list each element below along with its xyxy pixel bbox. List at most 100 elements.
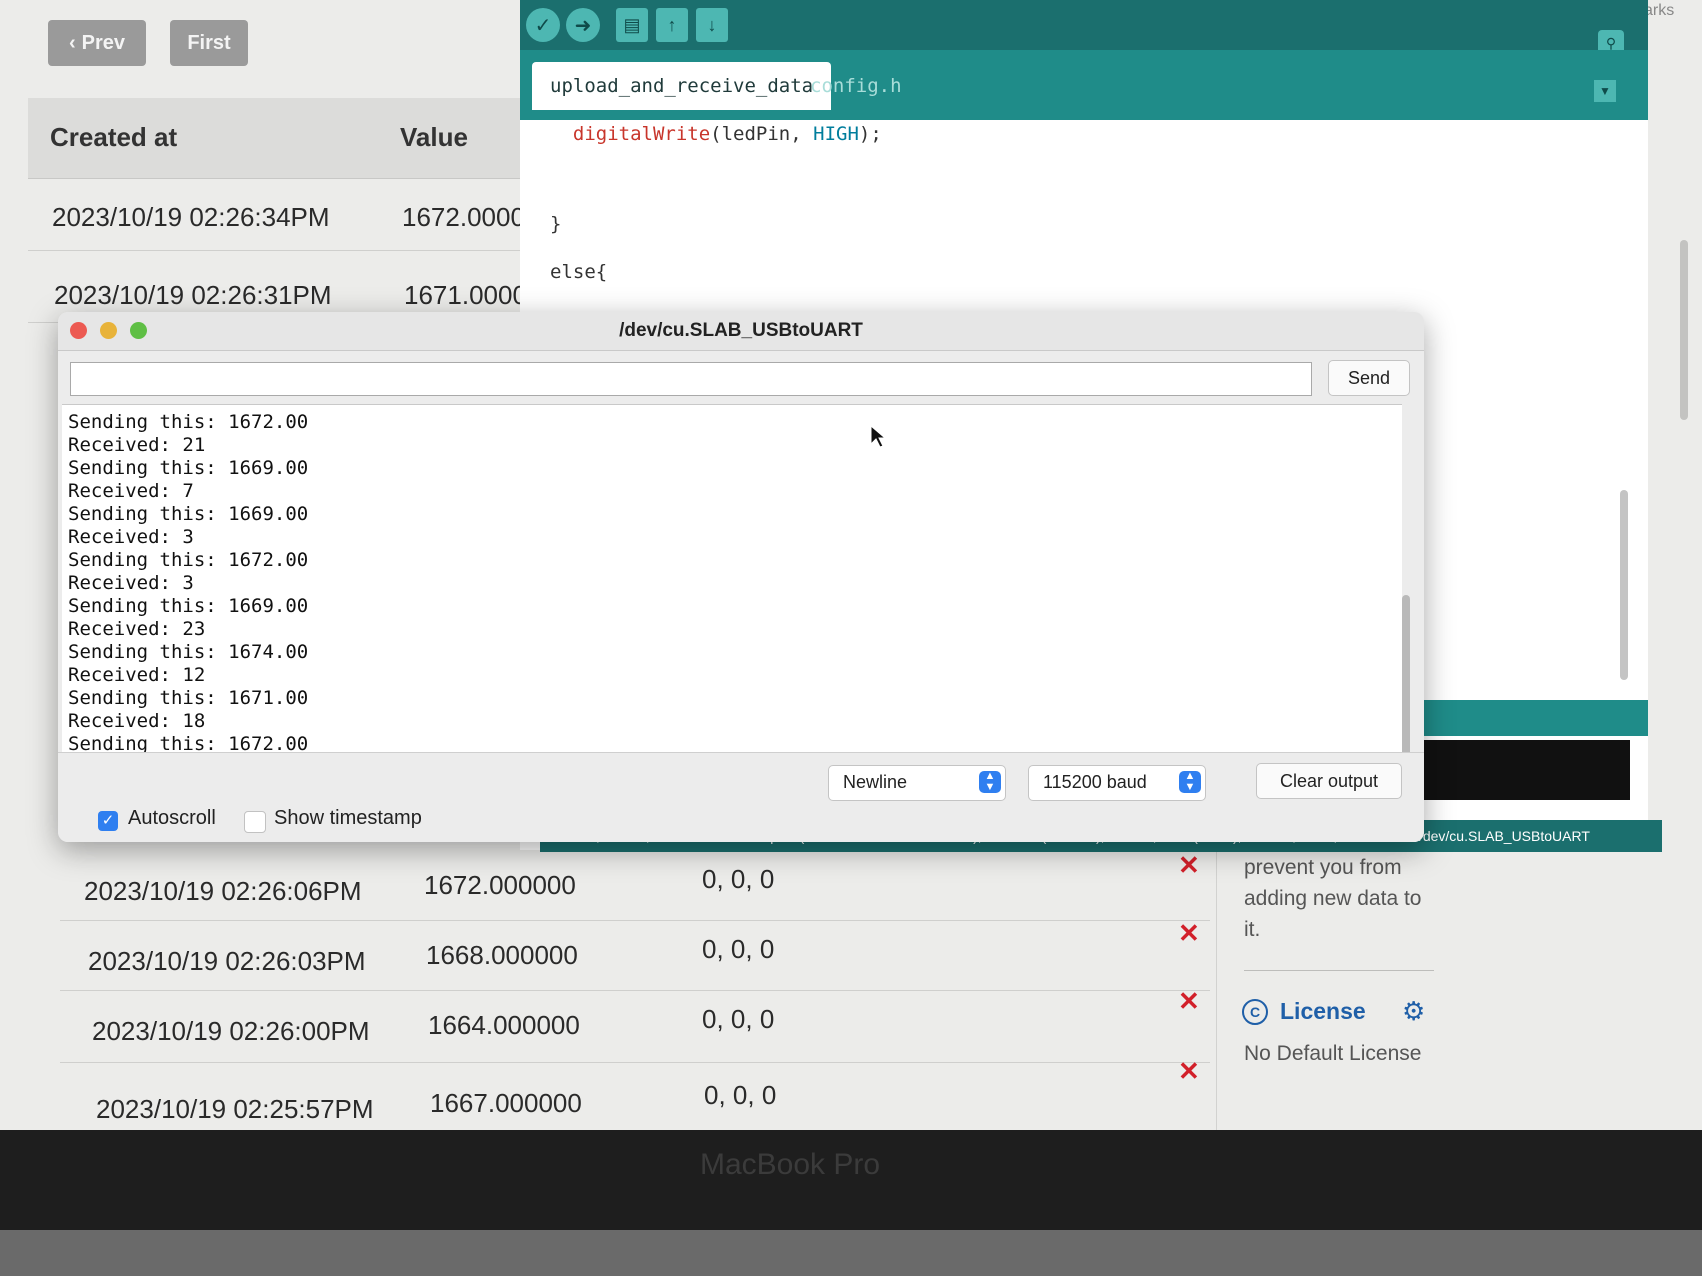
table-row: 2023/10/19 02:26:00PM 1664.000000 0, 0, … — [60, 986, 1210, 1063]
mouse-pointer-icon — [870, 425, 886, 448]
created-at-cell: 2023/10/19 02:25:57PM — [96, 1094, 374, 1124]
sidebar-separator — [1244, 970, 1434, 971]
value-cell: 1667.000000 — [430, 1088, 582, 1118]
checkmark-icon: ✓ — [101, 812, 115, 829]
delete-icon[interactable]: ✕ — [1178, 1056, 1200, 1087]
output-line: Received: 12 — [68, 664, 206, 686]
output-line: Received: 3 — [68, 526, 194, 548]
verify-button[interactable]: ✓ — [526, 8, 560, 42]
serial-bottom-bar: ✓ Autoscroll Show timestamp Newline ▲ ▼ 1… — [58, 752, 1424, 842]
location-cell: 0, 0, 0 — [702, 934, 775, 964]
check-icon: ✓ — [534, 14, 552, 37]
output-line: Sending this: 1672.00 — [68, 549, 309, 571]
new-sketch-button[interactable]: ▤ — [616, 8, 648, 42]
code-line: digitalWrite(ledPin, HIGH); — [572, 123, 882, 145]
column-value: Value — [400, 122, 468, 152]
line-ending-value: Newline — [843, 772, 908, 792]
created-at-cell: 2023/10/19 02:26:34PM — [52, 202, 330, 232]
sidebar-notice-line: it. — [1244, 918, 1261, 941]
table-row: 2023/10/19 02:26:06PM 1672.000000 0, 0, … — [60, 850, 1210, 921]
delete-icon[interactable]: ✕ — [1178, 918, 1200, 949]
arrow-down-icon: ↓ — [707, 14, 717, 35]
output-line: Sending this: 1669.00 — [68, 457, 309, 479]
created-at-cell: 2023/10/19 02:26:00PM — [92, 1016, 370, 1046]
baud-rate-select[interactable]: 115200 baud ▲ ▼ — [1028, 765, 1206, 801]
output-line: Sending this: 1669.00 — [68, 503, 309, 525]
brand-label: MacBook Pro — [699, 1148, 881, 1181]
prev-button[interactable]: ‹ Prev — [48, 20, 146, 66]
page-scrollbar[interactable] — [1680, 240, 1688, 420]
value-cell: 1672.000000 — [424, 870, 576, 900]
corner-text: arks — [1644, 2, 1675, 19]
license-label: License — [1280, 998, 1366, 1024]
sidebar-notice: prevent you from adding new data to it. — [1244, 852, 1421, 945]
created-at-cell: 2023/10/19 02:26:06PM — [84, 876, 362, 906]
laptop-bezel: MacBook Pro — [0, 1130, 1702, 1276]
editor-scrollbar[interactable] — [1620, 490, 1628, 680]
chevron-left-icon: ‹ — [68, 31, 76, 54]
tab-menu-icon[interactable]: ▼ — [1594, 80, 1616, 102]
timestamp-checkbox[interactable] — [244, 811, 266, 833]
serial-titlebar: /dev/cu.SLAB_USBtoUART — [58, 312, 1424, 351]
serial-output[interactable]: Sending this: 1672.00 Received: 21 Sendi… — [62, 404, 1410, 795]
code-line: else{ — [550, 261, 608, 283]
location-cell: 0, 0, 0 — [704, 1080, 777, 1110]
magnifier-icon: ⚲ — [1605, 34, 1617, 51]
output-line: Received: 21 — [68, 434, 206, 456]
output-line: Sending this: 1669.00 — [68, 595, 309, 617]
ide-toolbar: ✓ ➜ ▤ ↑ ↓ ⚲ — [520, 0, 1648, 56]
value-cell: 1672.0000 — [402, 202, 525, 232]
first-button[interactable]: First — [170, 20, 248, 66]
value-cell: 1664.000000 — [428, 1010, 580, 1040]
updown-arrows-icon: ▲ ▼ — [979, 771, 1001, 793]
created-at-cell: 2023/10/19 02:26:31PM — [54, 280, 332, 310]
sidebar-divider — [1216, 850, 1217, 1130]
gear-icon[interactable]: ⚙ — [1402, 996, 1425, 1027]
code-token: HIGH — [813, 123, 859, 145]
first-label: First — [187, 31, 231, 54]
tab-label: upload_and_receive_data — [550, 75, 814, 97]
output-line: Received: 3 — [68, 572, 194, 594]
autoscroll-checkbox[interactable]: ✓ — [98, 811, 118, 831]
open-sketch-button[interactable]: ↑ — [656, 8, 688, 42]
value-cell: 1671.0000 — [404, 280, 527, 310]
serial-title: /dev/cu.SLAB_USBtoUART — [619, 320, 863, 341]
baud-rate-value: 115200 baud — [1043, 772, 1147, 792]
license-heading: C License — [1242, 998, 1366, 1025]
laptop-screen: ‹ Prev First Created at Value 2023/10/19… — [0, 0, 1702, 1130]
delete-icon[interactable]: ✕ — [1178, 986, 1200, 1017]
laptop-base — [0, 1230, 1702, 1276]
table-row: 2023/10/19 02:25:57PM 1667.000000 0, 0, … — [60, 1056, 1210, 1130]
file-icon: ▤ — [623, 14, 641, 35]
save-sketch-button[interactable]: ↓ — [696, 8, 728, 42]
serial-monitor-window: /dev/cu.SLAB_USBtoUART Send Sending this… — [58, 312, 1424, 842]
serial-input[interactable] — [70, 362, 1312, 396]
code-token: digitalWrite — [572, 123, 711, 145]
tab-label: config.h — [810, 75, 902, 97]
table-row: 2023/10/19 02:26:34PM 1672.0000 — [28, 180, 588, 251]
table-row: 2023/10/19 02:26:03PM 1668.000000 0, 0, … — [60, 918, 1210, 991]
table-header: Created at Value — [28, 98, 588, 179]
arrow-up-icon: ↑ — [667, 14, 677, 35]
code-line: } — [550, 213, 562, 235]
created-at-cell: 2023/10/19 02:26:03PM — [88, 946, 366, 976]
location-cell: 0, 0, 0 — [702, 864, 775, 894]
send-button[interactable]: Send — [1328, 360, 1410, 396]
prev-label: Prev — [81, 31, 126, 54]
license-value: No Default License — [1244, 1042, 1422, 1065]
updown-arrows-icon: ▲ ▼ — [1179, 771, 1201, 793]
output-line: Received: 23 — [68, 618, 206, 640]
line-ending-select[interactable]: Newline ▲ ▼ — [828, 765, 1006, 801]
output-line: Sending this: 1671.00 — [68, 687, 309, 709]
output-line: Sending this: 1672.00 — [68, 411, 309, 433]
location-cell: 0, 0, 0 — [702, 1004, 775, 1034]
delete-icon[interactable]: ✕ — [1178, 850, 1200, 881]
column-created-at: Created at — [50, 122, 178, 152]
upload-button[interactable]: ➜ — [566, 8, 600, 42]
autoscroll-label: Autoscroll — [128, 807, 216, 829]
arrow-right-icon: ➜ — [574, 14, 592, 37]
clear-output-button[interactable]: Clear output — [1256, 763, 1402, 799]
output-line: Sending this: 1674.00 — [68, 641, 309, 663]
copyright-icon: C — [1242, 998, 1268, 1025]
